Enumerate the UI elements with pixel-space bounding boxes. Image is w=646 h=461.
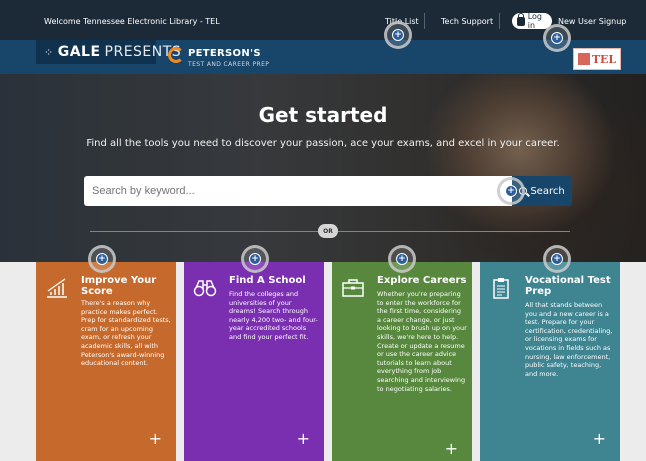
plus-icon: + bbox=[392, 29, 404, 41]
card-description: Whether you're preparing to enter the wo… bbox=[377, 290, 467, 393]
gale-presents-logo[interactable]: ⁘ GALE PRESENTS bbox=[36, 40, 181, 64]
login-button[interactable]: Log in bbox=[512, 12, 552, 30]
binoculars-icon bbox=[193, 280, 217, 297]
clipboard-icon bbox=[493, 278, 509, 299]
briefcase-icon bbox=[342, 279, 364, 297]
chart-growth-icon bbox=[47, 278, 67, 298]
hero-subtitle: Find all the tools you need to discover … bbox=[86, 138, 560, 149]
search-button-label: Search bbox=[530, 185, 565, 197]
gale-dots-icon: ⁘ bbox=[44, 45, 54, 59]
divider bbox=[499, 13, 500, 29]
hotspot-marker[interactable]: + bbox=[241, 245, 269, 273]
gale-logo-word: GALE bbox=[57, 44, 101, 60]
search-input[interactable] bbox=[84, 176, 514, 206]
card-title: Explore Careers bbox=[377, 275, 467, 286]
expand-plus-icon[interactable]: + bbox=[297, 431, 310, 447]
card-improve-your-score[interactable]: Improve Your Score There's a reason why … bbox=[36, 262, 176, 461]
card-title: Improve Your Score bbox=[81, 275, 157, 297]
hotspot-marker[interactable]: + bbox=[543, 24, 571, 52]
divider bbox=[424, 13, 425, 29]
plus-icon: + bbox=[96, 253, 108, 265]
hotspot-marker[interactable]: + bbox=[88, 245, 116, 273]
hero-title: Get started bbox=[258, 103, 388, 127]
petersons-logo-subtitle: TEST AND CAREER PREP bbox=[188, 61, 270, 68]
lock-icon bbox=[517, 12, 525, 26]
tel-logo-mark-icon bbox=[577, 53, 590, 65]
plus-icon: + bbox=[505, 185, 517, 197]
card-explore-careers[interactable]: Explore Careers Whether you're preparing… bbox=[332, 262, 472, 461]
expand-plus-icon[interactable]: + bbox=[445, 441, 458, 457]
card-find-a-school[interactable]: Find A School Find the colleges and univ… bbox=[184, 262, 324, 461]
hotspot-marker[interactable]: + bbox=[543, 245, 571, 273]
card-description: Find the colleges and universities of yo… bbox=[229, 290, 318, 341]
new-user-signup-link[interactable]: New User Signup bbox=[558, 17, 626, 26]
welcome-text: Welcome Tennessee Electronic Library - T… bbox=[44, 17, 220, 26]
plus-icon: + bbox=[249, 253, 261, 265]
hotspot-marker[interactable]: + bbox=[384, 21, 412, 49]
card-vocational-test-prep[interactable]: Vocational Test Prep All that stands bet… bbox=[480, 262, 620, 461]
petersons-logo-icon bbox=[168, 47, 184, 63]
petersons-logo-name[interactable]: PETERSON'S bbox=[188, 48, 261, 59]
tel-logo[interactable]: TEL bbox=[573, 48, 621, 70]
plus-icon: + bbox=[551, 253, 563, 265]
page: Welcome Tennessee Electronic Library - T… bbox=[0, 0, 646, 461]
or-badge: OR bbox=[318, 224, 338, 238]
hotspot-marker[interactable]: + bbox=[497, 177, 525, 205]
tel-logo-text: TEL bbox=[591, 52, 617, 66]
expand-plus-icon[interactable]: + bbox=[593, 431, 606, 447]
plus-icon: + bbox=[396, 253, 408, 265]
tech-support-link[interactable]: Tech Support bbox=[441, 17, 493, 26]
card-description: There's a reason why practice makes perf… bbox=[81, 299, 171, 368]
card-title: Vocational Test Prep bbox=[525, 275, 611, 297]
card-description: All that stands between you and a new ca… bbox=[525, 301, 613, 378]
expand-plus-icon[interactable]: + bbox=[149, 431, 162, 447]
hotspot-marker[interactable]: + bbox=[388, 245, 416, 273]
card-title: Find A School bbox=[229, 275, 306, 286]
plus-icon: + bbox=[551, 32, 563, 44]
